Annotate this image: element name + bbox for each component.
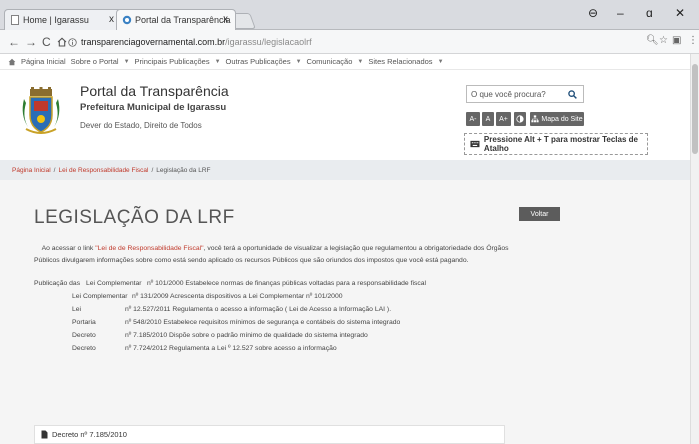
forward-arrow-icon[interactable]: → bbox=[25, 35, 37, 49]
url-field[interactable]: transparenciagovernamental.com.br/igaras… bbox=[68, 34, 650, 50]
document-icon bbox=[41, 430, 48, 439]
nav-about[interactable]: Sobre o Portal bbox=[71, 57, 119, 66]
browser-titlebar: Home | Igarassu x Portal da Transparênci… bbox=[0, 0, 699, 30]
breadcrumb: Página Inicial / Lei de Responsabilidade… bbox=[0, 160, 690, 180]
back-button[interactable]: Voltar bbox=[519, 207, 560, 221]
portal-motto: Dever do Estado, Direito de Todos bbox=[80, 121, 202, 130]
search-button[interactable] bbox=[562, 85, 584, 103]
portal-title: Portal da Transparência bbox=[80, 83, 229, 99]
site-header: Portal da Transparência Prefeitura Munic… bbox=[0, 70, 690, 160]
chevron-down-icon: ▼ bbox=[295, 58, 302, 65]
home-icon bbox=[8, 58, 16, 65]
profile-icon[interactable]: ⊖ bbox=[588, 6, 598, 20]
nav-other-pubs[interactable]: Outras Publicações bbox=[226, 57, 291, 66]
nav-home[interactable]: Página Inicial bbox=[21, 57, 66, 66]
page-title: LEGISLAÇÃO DA LRF bbox=[34, 207, 235, 228]
page-icon bbox=[11, 15, 19, 25]
reload-icon[interactable]: C bbox=[42, 35, 51, 49]
star-icon[interactable]: ☆ bbox=[659, 35, 668, 46]
info-icon bbox=[68, 37, 77, 47]
document-title: Decreto nº 7.185/2010 bbox=[52, 430, 127, 439]
intro-text-start: Ao acessar o link bbox=[41, 245, 96, 252]
chevron-down-icon: ▼ bbox=[437, 58, 444, 65]
back-arrow-icon[interactable]: ← bbox=[8, 35, 20, 49]
law-description-link[interactable]: nº 7.724/2012 Regulamenta a Lei º 12.527… bbox=[125, 343, 337, 354]
tab-home-label: Home | Igarassu bbox=[23, 15, 89, 25]
keyboard-shortcut-hint[interactable]: Pressione Alt + T para mostrar Teclas de… bbox=[464, 133, 648, 155]
search-icon bbox=[568, 89, 577, 99]
breadcrumb-current: Legislação da LRF bbox=[156, 166, 211, 174]
law-description-link[interactable]: nº 7.185/2010 Dispõe sobre o padrão míni… bbox=[125, 330, 368, 341]
address-bar: ← → C transparenciagovernamental.com.br /… bbox=[0, 30, 699, 54]
municipality-name: Prefeitura Municipal de Igarassu bbox=[80, 102, 227, 113]
document-item[interactable]: Decreto nº 7.185/2010 bbox=[34, 425, 505, 444]
breadcrumb-home[interactable]: Página Inicial bbox=[12, 167, 51, 174]
close-icon[interactable]: x bbox=[109, 14, 114, 25]
main-content: LEGISLAÇÃO DA LRF Voltar Ao acessar o li… bbox=[0, 180, 690, 444]
breadcrumb-lrf[interactable]: Lei de Responsabilidade Fiscal bbox=[58, 167, 148, 174]
close-window-button[interactable]: ✕ bbox=[675, 6, 685, 20]
font-reset-button[interactable]: A bbox=[482, 112, 494, 126]
font-decrease-button[interactable]: A- bbox=[466, 112, 480, 126]
tab-portal[interactable]: Portal da Transparência x bbox=[116, 9, 236, 30]
home-icon[interactable] bbox=[57, 37, 67, 47]
nav-communication[interactable]: Comunicação bbox=[307, 57, 353, 66]
intro-paragraph: Ao acessar o link "Lei de de Responsabil… bbox=[34, 243, 524, 267]
keyboard-icon bbox=[470, 140, 480, 148]
law-type: Decreto bbox=[72, 345, 96, 352]
city-crest-logo bbox=[22, 87, 60, 134]
close-icon[interactable]: x bbox=[223, 14, 228, 25]
law-description-link[interactable]: nº 12.527/2011 Regulamenta o acesso a in… bbox=[125, 304, 391, 315]
scrollbar-thumb[interactable] bbox=[692, 64, 698, 154]
law-type: Lei Complementar bbox=[86, 280, 142, 287]
url-host: transparenciagovernamental.com.br bbox=[81, 37, 226, 47]
sitemap-label: Mapa do Site bbox=[541, 115, 583, 123]
law-type: Portaria bbox=[72, 319, 96, 326]
sitemap-icon bbox=[531, 115, 539, 123]
breadcrumb-separator: / bbox=[53, 166, 56, 174]
extension-icon[interactable]: ▣ bbox=[672, 35, 681, 46]
site-nav: Página Inicial Sobre o Portal ▼ Principai… bbox=[0, 54, 690, 70]
law-description-link[interactable]: nº 548/2010 Estabelece requisitos mínimo… bbox=[125, 317, 400, 328]
contrast-button[interactable] bbox=[514, 112, 526, 126]
law-description-link[interactable]: nº 131/2009 Acrescenta dispositivos a Le… bbox=[132, 291, 343, 302]
font-increase-button[interactable]: A+ bbox=[496, 112, 511, 126]
sitemap-button[interactable]: Mapa do Site bbox=[530, 112, 584, 126]
portal-favicon-icon bbox=[122, 15, 132, 25]
shortcut-text: Pressione Alt + T para mostrar Teclas de… bbox=[483, 135, 638, 153]
law-type: Decreto bbox=[72, 332, 96, 339]
nav-related-sites[interactable]: Sites Relacionados bbox=[368, 57, 432, 66]
url-path: /igarassu/legislacaolrf bbox=[225, 37, 312, 47]
publication-label: Publicação das bbox=[34, 280, 81, 287]
maximize-button[interactable]: ɑ bbox=[646, 6, 653, 20]
breadcrumb-separator: / bbox=[151, 166, 154, 174]
chevron-down-icon: ▼ bbox=[214, 58, 221, 65]
chevron-down-icon: ▼ bbox=[357, 58, 364, 65]
tab-home[interactable]: Home | Igarassu x bbox=[4, 9, 122, 30]
law-description-link[interactable]: nº 101/2000 Estabelece normas de finança… bbox=[147, 278, 426, 289]
law-type: Lei bbox=[72, 306, 82, 313]
chevron-down-icon: ▼ bbox=[123, 58, 130, 65]
law-type: Lei Complementar bbox=[72, 293, 128, 300]
contrast-icon bbox=[516, 115, 524, 123]
tab-portal-label: Portal da Transparência bbox=[135, 15, 231, 25]
minimize-button[interactable]: – bbox=[617, 6, 624, 20]
menu-dots-icon[interactable]: ⋮ bbox=[688, 35, 698, 46]
nav-main-pubs[interactable]: Principais Publicações bbox=[135, 57, 210, 66]
lrf-link[interactable]: "Lei de de Responsabilidade Fiscal" bbox=[95, 245, 203, 252]
zoom-icon[interactable]: 🔍︎ bbox=[646, 35, 659, 46]
